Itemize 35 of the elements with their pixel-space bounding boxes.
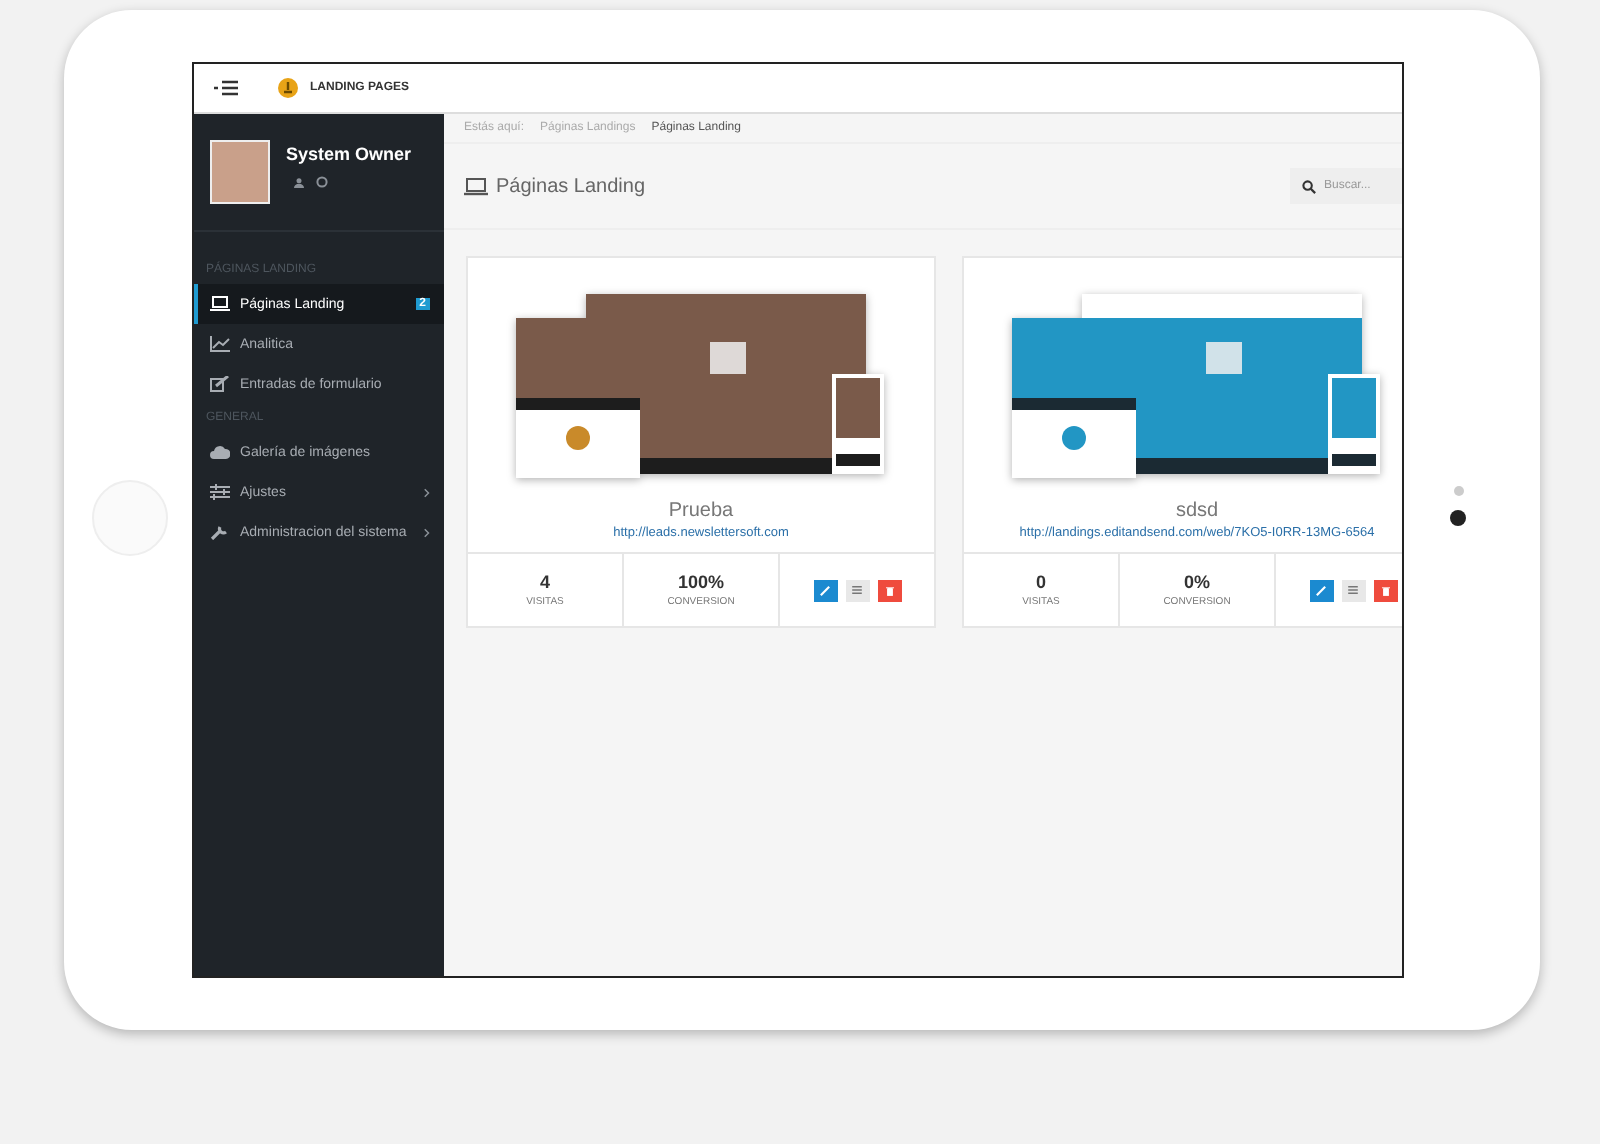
details-button[interactable] — [845, 579, 869, 601]
edit-button[interactable] — [813, 579, 837, 601]
search-icon — [1302, 180, 1316, 194]
laptop-icon — [464, 177, 488, 195]
delete-button[interactable] — [1373, 579, 1397, 601]
list-icon — [852, 586, 862, 594]
pencil-icon — [1316, 585, 1326, 595]
avatar-placeholder — [210, 140, 270, 204]
stat-value: 100% — [677, 572, 725, 592]
landing-name: sdsd — [1173, 500, 1221, 522]
trash-icon — [885, 585, 893, 595]
menu-icon[interactable] — [214, 80, 238, 96]
cloud-icon — [210, 444, 230, 460]
user-name: System Owner — [286, 144, 412, 164]
sliders-icon — [210, 484, 230, 500]
stat-value: 0% — [1183, 572, 1210, 592]
power-icon[interactable] — [316, 176, 328, 188]
chart-icon — [210, 336, 230, 352]
pencil-icon — [820, 585, 830, 595]
details-button[interactable] — [1341, 579, 1365, 601]
wrench-icon — [210, 524, 230, 540]
sensor-icon — [1454, 486, 1464, 496]
list-icon — [1348, 586, 1358, 594]
laptop-icon — [210, 296, 230, 312]
camera-icon — [1450, 510, 1466, 526]
edit-icon — [210, 376, 230, 392]
logo-icon — [278, 78, 298, 98]
stat-value: 0 — [1035, 572, 1046, 592]
page-title: Páginas Landing — [496, 175, 648, 197]
edit-button[interactable] — [1309, 579, 1333, 601]
trash-icon — [1381, 585, 1389, 595]
delete-button[interactable] — [877, 579, 901, 601]
landing-name: Prueba — [666, 500, 736, 522]
user-icon[interactable] — [294, 177, 304, 187]
stat-value: 4 — [539, 572, 550, 592]
